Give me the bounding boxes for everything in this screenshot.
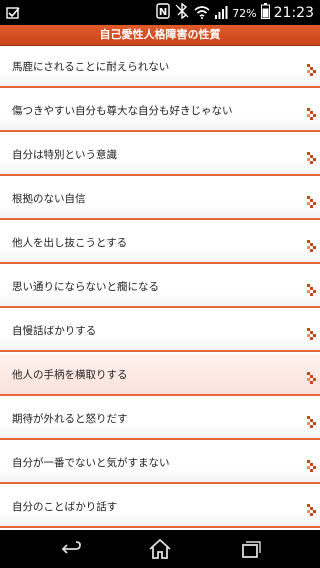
page-title: 自己愛性人格障害の性質: [0, 25, 320, 46]
status-bar: N 72% 21:23: [0, 0, 320, 25]
list-item[interactable]: 傷つきやすい自分も尊大な自分も好きじゃない: [0, 90, 320, 132]
recent-apps-button[interactable]: [237, 536, 263, 562]
navigation-bar: [0, 530, 320, 568]
list-item-label: 自分が一番でないと気がすまない: [12, 457, 170, 469]
battery-percent: 72%: [232, 6, 257, 20]
status-time: 21:23: [273, 5, 314, 21]
chevron-right-icon: [307, 149, 317, 164]
list-item[interactable]: 自分は特別という意識: [0, 134, 320, 176]
nfc-icon: N: [156, 3, 170, 23]
bluetooth-off-icon: [174, 2, 190, 23]
list-item[interactable]: 期待が外れると怒りだす: [0, 398, 320, 440]
list-item-label: 他人を出し抜こうとする: [12, 237, 128, 249]
list-item-label: 他人の手柄を横取りする: [12, 369, 128, 381]
battery-icon: [260, 3, 270, 23]
list-item[interactable]: 思い通りにならないと癇になる: [0, 266, 320, 308]
list-item[interactable]: 根拠のない自信: [0, 178, 320, 220]
chevron-right-icon: [307, 193, 317, 208]
home-button[interactable]: [147, 536, 173, 562]
list-item-label: 思い通りにならないと癇になる: [12, 281, 159, 293]
chevron-right-icon: [307, 501, 317, 516]
wifi-icon: [194, 4, 210, 23]
trait-list: 馬鹿にされることに耐えられない傷つきやすい自分も尊大な自分も好きじゃない 自分は特…: [0, 46, 320, 530]
chevron-right-icon: [307, 237, 317, 252]
list-item[interactable]: 馬鹿にされることに耐えられない: [0, 46, 320, 88]
list-item-label: 自慢話ばかりする: [12, 325, 97, 337]
chevron-right-icon: [307, 281, 317, 296]
signal-icon: [214, 4, 228, 23]
notification-checkbox-icon: [6, 5, 20, 24]
back-button[interactable]: [58, 536, 84, 562]
chevron-right-icon: [307, 105, 317, 120]
list-item-label: 自分は特別という意識: [12, 149, 117, 161]
list-item-label: 期待が外れると怒りだす: [12, 413, 128, 425]
list-item-label: 傷つきやすい自分も尊大な自分も好きじゃない: [12, 105, 233, 117]
chevron-right-icon: [307, 413, 317, 428]
list-item[interactable]: 自慢話ばかりする: [0, 310, 320, 352]
list-item[interactable]: 自分が一番でないと気がすまない: [0, 442, 320, 484]
chevron-right-icon: [307, 61, 317, 76]
list-item-label: 根拠のない自信: [12, 193, 86, 205]
list-item-label: 馬鹿にされることに耐えられない: [12, 61, 170, 73]
chevron-right-icon: [307, 457, 317, 472]
list-item[interactable]: 自分のことばかり話す: [0, 486, 320, 528]
chevron-right-icon: [307, 369, 317, 384]
list-item[interactable]: 他人の手柄を横取りする: [0, 354, 320, 396]
list-item-label: 自分のことばかり話す: [12, 501, 118, 513]
list-item[interactable]: 他人を出し抜こうとする: [0, 222, 320, 264]
svg-text:N: N: [159, 7, 167, 18]
chevron-right-icon: [307, 325, 317, 340]
